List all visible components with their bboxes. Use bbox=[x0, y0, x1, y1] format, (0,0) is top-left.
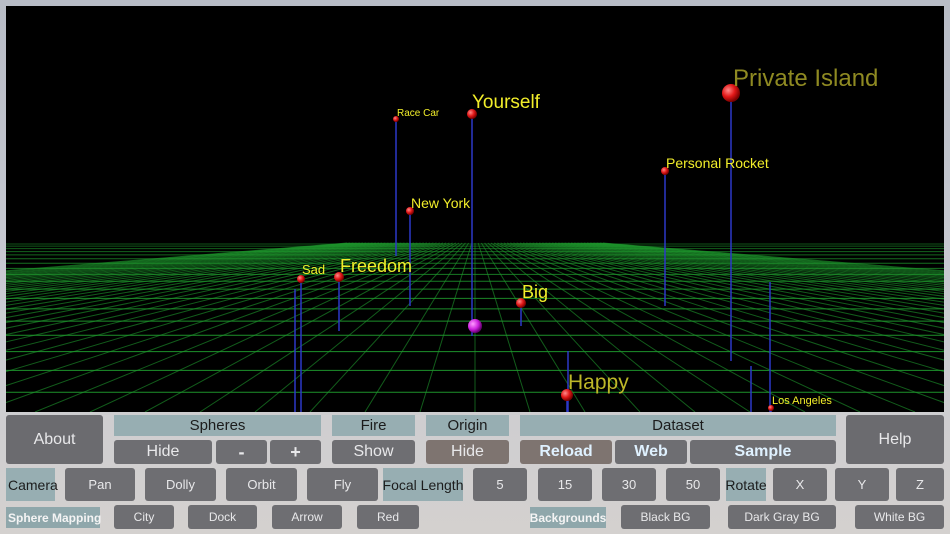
mapping-dock-button[interactable]: Dock bbox=[188, 505, 257, 529]
camera-fly-button[interactable]: Fly bbox=[307, 468, 378, 501]
fire-show-button[interactable]: Show bbox=[332, 440, 415, 464]
mapping-city-button[interactable]: City bbox=[114, 505, 174, 529]
bg-black-button[interactable]: Black BG bbox=[621, 505, 710, 529]
help-button[interactable]: Help bbox=[846, 415, 944, 464]
camera-header: Camera bbox=[6, 468, 58, 501]
sphere-label: Private Island bbox=[733, 65, 879, 92]
sphere-label: Happy bbox=[568, 371, 629, 394]
sphere-label: Big bbox=[522, 282, 549, 302]
camera-orbit-button[interactable]: Orbit bbox=[226, 468, 297, 501]
bg-white-button[interactable]: White BG bbox=[855, 505, 944, 529]
spheres-hide-button[interactable]: Hide bbox=[114, 440, 212, 464]
origin-hide-button[interactable]: Hide bbox=[426, 440, 509, 464]
rotate-z-button[interactable]: Z bbox=[896, 468, 944, 501]
spheres-plus-button[interactable]: + bbox=[270, 440, 321, 464]
focal-50-button[interactable]: 50 bbox=[666, 468, 720, 501]
spheres-header: Spheres bbox=[114, 415, 321, 436]
focal-length-header: Focal Length bbox=[383, 468, 463, 501]
origin-header: Origin bbox=[426, 415, 509, 436]
backgrounds-header: Backgrounds bbox=[530, 507, 606, 528]
sphere-label: New York bbox=[411, 195, 471, 211]
bg-darkgray-button[interactable]: Dark Gray BG bbox=[728, 505, 836, 529]
focal-5-button[interactable]: 5 bbox=[473, 468, 527, 501]
sphere-label: Freedom bbox=[340, 256, 413, 276]
dataset-sample-button[interactable]: Sample bbox=[690, 440, 836, 464]
sphere-label: Los Angeles bbox=[772, 395, 832, 407]
dataset-reload-button[interactable]: Reload bbox=[520, 440, 612, 464]
mapping-arrow-button[interactable]: Arrow bbox=[272, 505, 342, 529]
sphere-label: Personal Rocket bbox=[666, 155, 769, 171]
about-button[interactable]: About bbox=[6, 415, 103, 464]
sphere-mapping-header: Sphere Mapping bbox=[6, 507, 101, 528]
dataset-web-button[interactable]: Web bbox=[615, 440, 687, 464]
dataset-header: Dataset bbox=[520, 415, 836, 436]
camera-dolly-button[interactable]: Dolly bbox=[145, 468, 216, 501]
spheres-minus-button[interactable]: - bbox=[216, 440, 267, 464]
origin-marker bbox=[468, 319, 482, 333]
sphere-label: Sad bbox=[302, 262, 326, 277]
rotate-x-button[interactable]: X bbox=[773, 468, 827, 501]
scene-viewport[interactable]: Private Island Yourself Race Car Persona… bbox=[6, 6, 944, 412]
focal-15-button[interactable]: 15 bbox=[538, 468, 592, 501]
sphere-label: Yourself bbox=[472, 92, 540, 113]
fire-header: Fire bbox=[332, 415, 415, 436]
rotate-y-button[interactable]: Y bbox=[835, 468, 889, 501]
focal-30-button[interactable]: 30 bbox=[602, 468, 656, 501]
rotate-header: Rotate bbox=[725, 468, 767, 501]
mapping-red-button[interactable]: Red bbox=[357, 505, 419, 529]
camera-pan-button[interactable]: Pan bbox=[65, 468, 135, 501]
sphere-label: Race Car bbox=[397, 108, 440, 119]
